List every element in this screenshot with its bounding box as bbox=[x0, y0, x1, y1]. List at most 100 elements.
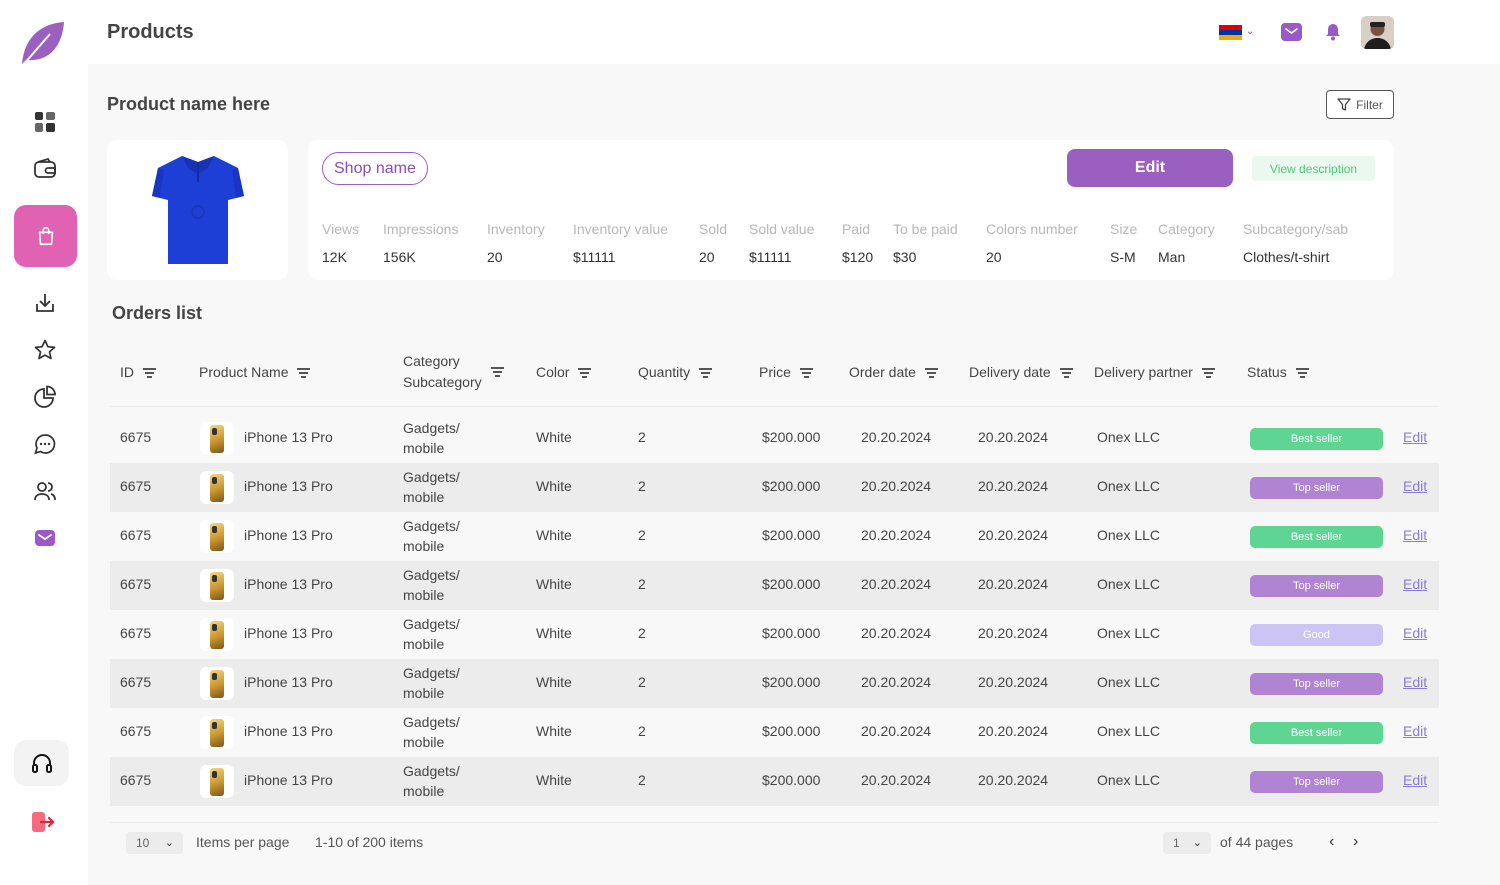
iphone-image bbox=[210, 571, 224, 600]
table-row[interactable]: 6675 iPhone 13 Pro Gadgets/ mobile White 2 $2… bbox=[110, 659, 1439, 708]
product-thumbnail bbox=[200, 569, 234, 602]
stat-label-size: Size bbox=[1110, 221, 1138, 237]
armenia-flag-icon[interactable] bbox=[1219, 25, 1242, 40]
cell-product: iPhone 13 Pro bbox=[244, 478, 333, 494]
column-label-color: Color bbox=[536, 364, 570, 380]
cell-partner: Onex LLC bbox=[1097, 429, 1161, 445]
sort-icon[interactable] bbox=[1059, 366, 1073, 380]
cell-category: Gadgets/ mobile bbox=[403, 714, 460, 750]
cell-color: White bbox=[536, 723, 572, 739]
support-button[interactable] bbox=[14, 740, 69, 786]
shop-name-link[interactable]: Shop name bbox=[322, 152, 428, 185]
table-row[interactable]: 6675 iPhone 13 Pro Gadgets/ mobile White 2 $2… bbox=[110, 610, 1439, 659]
cell-quantity: 2 bbox=[638, 723, 646, 739]
sidebar-item-products[interactable] bbox=[14, 205, 77, 267]
cell-id: 6675 bbox=[120, 674, 152, 690]
cell-order-date: 20.20.2024 bbox=[861, 478, 932, 494]
total-pages-label: of 44 pages bbox=[1220, 834, 1294, 850]
bell-icon[interactable] bbox=[1325, 23, 1341, 41]
column-label-category: Category Subcategory bbox=[403, 353, 482, 390]
row-edit-link[interactable]: Edit bbox=[1403, 723, 1427, 739]
stat-label-paid: Paid bbox=[842, 221, 871, 237]
filter-icon bbox=[1337, 98, 1351, 111]
sort-icon[interactable] bbox=[297, 366, 311, 380]
row-edit-link[interactable]: Edit bbox=[1403, 478, 1427, 494]
star-icon[interactable] bbox=[30, 335, 60, 365]
product-thumbnail bbox=[200, 520, 234, 553]
cell-id: 6675 bbox=[120, 723, 152, 739]
sort-icon[interactable] bbox=[699, 366, 713, 380]
column-header-price: Price bbox=[759, 362, 813, 383]
status-badge: Best seller bbox=[1250, 722, 1383, 744]
chat-icon[interactable] bbox=[30, 429, 60, 459]
status-badge: Top seller bbox=[1250, 575, 1383, 597]
stat-value-inventory: 20 bbox=[487, 249, 503, 265]
row-edit-link[interactable]: Edit bbox=[1403, 429, 1427, 445]
product-thumbnail bbox=[200, 471, 234, 504]
stat-value-inventory-value: $11111 bbox=[573, 249, 616, 265]
row-edit-link[interactable]: Edit bbox=[1403, 527, 1427, 543]
sort-icon[interactable] bbox=[578, 366, 592, 380]
leaf-logo-icon bbox=[22, 22, 64, 65]
cell-category: Gadgets/ mobile bbox=[403, 420, 460, 456]
stat-value-size: S-M bbox=[1110, 249, 1136, 265]
grid-icon[interactable] bbox=[30, 107, 60, 137]
chevron-right-icon[interactable]: › bbox=[1353, 833, 1358, 851]
logout-button[interactable] bbox=[28, 808, 56, 836]
status-badge: Best seller bbox=[1250, 526, 1383, 548]
table-row[interactable]: 6675 iPhone 13 Pro Gadgets/ mobile White 2 $2… bbox=[110, 757, 1439, 806]
sort-icon[interactable] bbox=[1201, 366, 1215, 380]
column-label-order-date: Order date bbox=[849, 364, 916, 380]
sort-icon[interactable] bbox=[143, 366, 156, 380]
sort-icon[interactable] bbox=[924, 366, 938, 380]
sort-icon[interactable] bbox=[799, 366, 813, 380]
edit-product-button[interactable]: Edit bbox=[1067, 149, 1233, 187]
row-edit-link[interactable]: Edit bbox=[1403, 772, 1427, 788]
status-badge: Best seller bbox=[1250, 428, 1383, 450]
table-row[interactable]: 6675 iPhone 13 Pro Gadgets/ mobile White 2 $2… bbox=[110, 463, 1439, 512]
table-row[interactable]: 6675 iPhone 13 Pro Gadgets/ mobile White 2 $2… bbox=[110, 561, 1439, 610]
cell-category: Gadgets/ mobile bbox=[403, 567, 460, 603]
table-footer-divider bbox=[110, 822, 1439, 823]
orders-list-title: Orders list bbox=[112, 303, 203, 323]
table-row[interactable]: 6675 iPhone 13 Pro Gadgets/ mobile White 2 $2… bbox=[110, 414, 1439, 463]
stat-value-views: 12K bbox=[322, 249, 347, 265]
cell-partner: Onex LLC bbox=[1097, 674, 1161, 690]
page-select[interactable]: 1 ⌄ bbox=[1163, 832, 1211, 854]
column-header-color: Color bbox=[536, 362, 592, 383]
items-per-page-label: Items per page bbox=[196, 834, 290, 850]
avatar[interactable] bbox=[1361, 16, 1394, 49]
row-edit-link[interactable]: Edit bbox=[1403, 674, 1427, 690]
column-header-id: ID bbox=[120, 362, 156, 383]
table-row[interactable]: 6675 iPhone 13 Pro Gadgets/ mobile White 2 $2… bbox=[110, 708, 1439, 757]
cell-quantity: 2 bbox=[638, 527, 646, 543]
chevron-down-icon: ⌄ bbox=[1192, 837, 1202, 849]
sort-icon[interactable] bbox=[490, 365, 504, 379]
cell-color: White bbox=[536, 576, 572, 592]
column-header-quantity: Quantity bbox=[638, 362, 713, 383]
users-icon[interactable] bbox=[30, 476, 60, 506]
sort-icon[interactable] bbox=[1295, 366, 1309, 380]
cell-category: Gadgets/ mobile bbox=[403, 665, 460, 701]
mail-icon[interactable] bbox=[1281, 23, 1302, 41]
stat-label-impressions: Impressions bbox=[383, 221, 459, 237]
cell-delivery-date: 20.20.2024 bbox=[978, 576, 1049, 592]
iphone-image bbox=[210, 767, 224, 796]
download-icon[interactable] bbox=[30, 288, 60, 318]
page-title: Products bbox=[107, 21, 194, 43]
row-edit-link[interactable]: Edit bbox=[1403, 576, 1427, 592]
filter-button[interactable]: Filter bbox=[1326, 90, 1394, 119]
items-per-page-select[interactable]: 10 ⌄ bbox=[126, 832, 183, 854]
cell-partner: Onex LLC bbox=[1097, 576, 1161, 592]
mail-icon[interactable] bbox=[30, 523, 60, 553]
chevron-left-icon[interactable]: ‹ bbox=[1329, 833, 1334, 851]
stat-label-sold-value: Sold value bbox=[749, 221, 815, 237]
table-row[interactable]: 6675 iPhone 13 Pro Gadgets/ mobile White 2 $2… bbox=[110, 512, 1439, 561]
top-bar bbox=[88, 0, 1415, 64]
row-edit-link[interactable]: Edit bbox=[1403, 625, 1427, 641]
stat-value-sold: 20 bbox=[699, 249, 715, 265]
pie-chart-icon[interactable] bbox=[30, 382, 60, 412]
wallet-icon[interactable] bbox=[30, 154, 60, 184]
chevron-down-icon[interactable]: ⌄ bbox=[1246, 26, 1254, 37]
view-description-button[interactable]: View description bbox=[1252, 156, 1375, 181]
